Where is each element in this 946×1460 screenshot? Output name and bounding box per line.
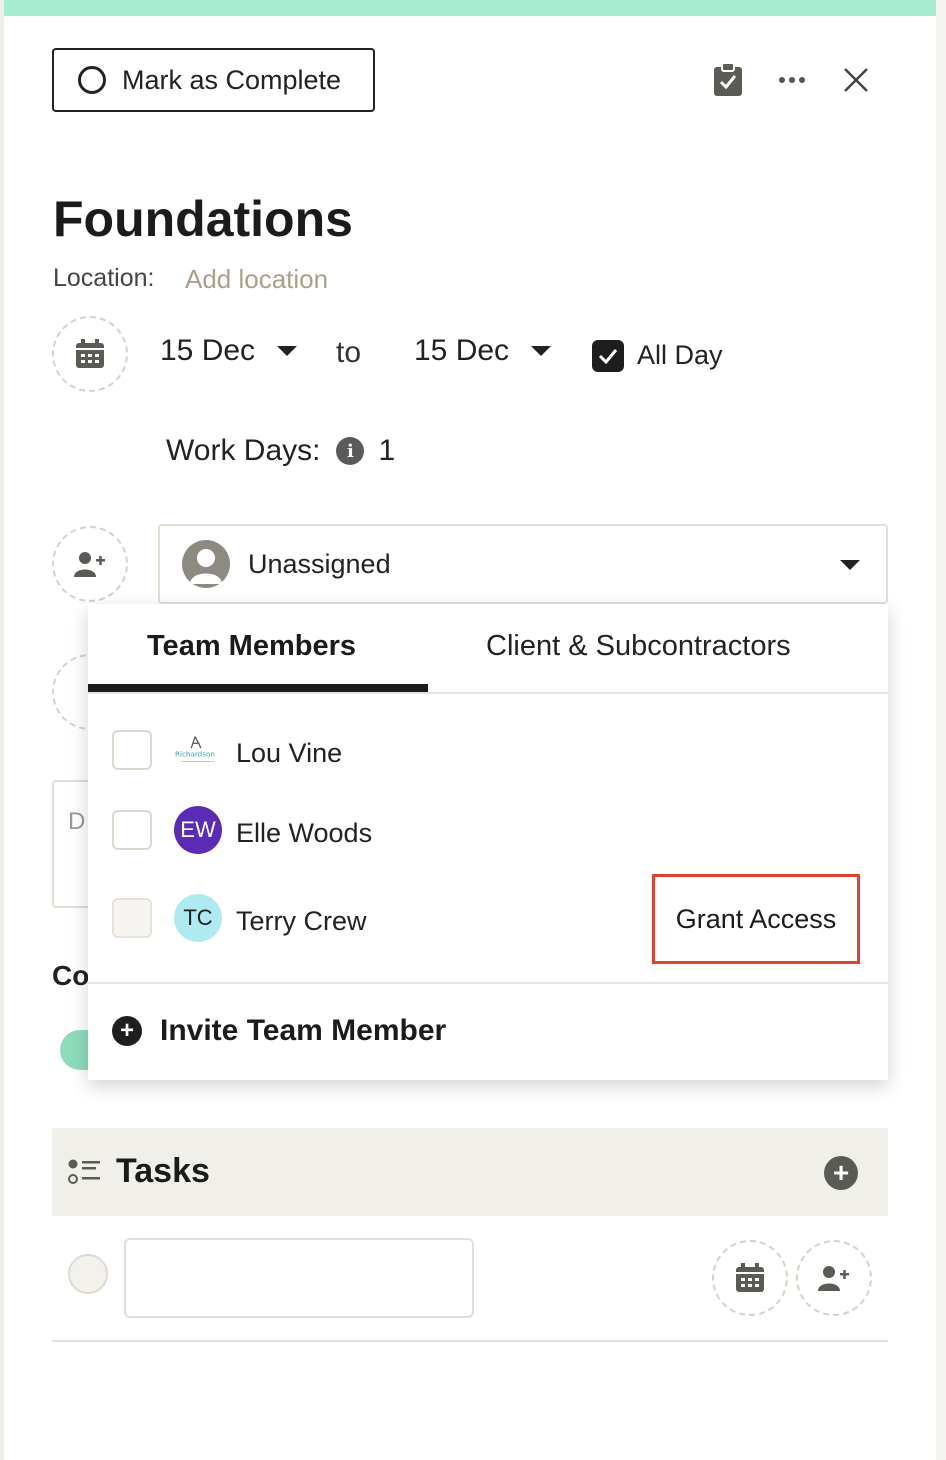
member-name: Elle Woods (236, 818, 373, 848)
calendar-button[interactable] (52, 316, 128, 392)
member-avatar: EW (174, 806, 222, 854)
task-date-button[interactable] (712, 1240, 788, 1316)
divider (88, 982, 888, 984)
assignee-select[interactable]: Unassigned (158, 524, 888, 604)
top-accent-strip (4, 0, 936, 16)
logo-text: Richardson (175, 750, 215, 759)
add-location-link[interactable]: Add location (185, 264, 328, 295)
more-options-icon[interactable] (772, 60, 812, 100)
task-complete-radio[interactable] (68, 1254, 108, 1294)
grant-access-highlight: Grant Access (652, 874, 860, 964)
member-checkbox[interactable] (112, 810, 152, 850)
active-tab-underline (88, 684, 428, 692)
tasks-title: Tasks (116, 1152, 210, 1190)
background-section-heading: Co (52, 960, 90, 991)
work-days-value: 1 (378, 434, 396, 467)
tab-team-members[interactable]: Team Members (147, 630, 356, 663)
add-task-button[interactable]: + (824, 1156, 858, 1190)
window-edge (936, 0, 946, 1460)
end-date-select[interactable]: 15 Dec (414, 334, 552, 368)
add-assignee-button[interactable] (52, 526, 128, 602)
chevron-down-icon (531, 346, 552, 356)
invite-team-member-label: Invite Team Member (160, 1014, 447, 1047)
task-detail-panel: Mark as Complete Foundations Location: A… (4, 0, 936, 1460)
member-row[interactable]: Richardson Lou Vine (88, 716, 888, 786)
member-avatar: TC (174, 894, 222, 942)
member-name: Terry Crew (236, 906, 367, 936)
member-name: Lou Vine (236, 738, 343, 768)
grant-access-button[interactable]: Grant Access (676, 904, 837, 935)
assignee-dropdown: Team Members Client & Subcontractors Ric… (88, 604, 888, 1080)
member-row[interactable]: EW Elle Woods (88, 796, 888, 866)
plus-circle-icon: + (112, 1016, 142, 1046)
clipboard-check-icon[interactable] (708, 60, 748, 100)
mark-as-complete-button[interactable]: Mark as Complete (52, 48, 375, 112)
add-user-icon (74, 552, 105, 577)
default-avatar-icon (182, 540, 230, 588)
company-logo-avatar: Richardson (174, 726, 222, 774)
checkmark-icon (598, 349, 618, 364)
dropdown-tabs: Team Members Client & Subcontractors (88, 604, 888, 694)
task-name-input[interactable] (124, 1238, 474, 1318)
tasks-header: Tasks + (52, 1128, 888, 1216)
all-day-checkbox[interactable] (592, 340, 624, 372)
member-checkbox[interactable] (112, 730, 152, 770)
task-assign-button[interactable] (796, 1240, 872, 1316)
end-date-value: 15 Dec (414, 334, 510, 367)
add-user-icon (818, 1266, 849, 1291)
chevron-down-icon (277, 346, 298, 356)
chevron-down-icon (840, 560, 860, 570)
background-field-text: D (68, 808, 86, 835)
assignee-value: Unassigned (248, 548, 391, 579)
date-range-to-label: to (336, 336, 362, 369)
divider (52, 1340, 888, 1342)
task-list-icon (68, 1159, 100, 1184)
close-icon[interactable] (836, 60, 876, 100)
tab-client-subcontractors[interactable]: Client & Subcontractors (486, 630, 791, 663)
info-icon[interactable]: i (336, 437, 365, 465)
work-days-label: Work Days: (166, 434, 321, 467)
invite-team-member-button[interactable]: + Invite Team Member (112, 1014, 446, 1048)
mark-as-complete-label: Mark as Complete (122, 64, 342, 95)
work-days-row: Work Days: i 1 (166, 434, 395, 468)
all-day-label: All Day (637, 340, 723, 370)
start-date-value: 15 Dec (160, 334, 256, 367)
calendar-icon (76, 339, 104, 368)
location-label: Location: (53, 264, 155, 292)
start-date-select[interactable]: 15 Dec (160, 334, 298, 368)
calendar-icon (736, 1263, 764, 1292)
complete-circle-icon (78, 66, 106, 94)
page-title: Foundations (53, 191, 353, 247)
member-checkbox-disabled (112, 898, 152, 938)
